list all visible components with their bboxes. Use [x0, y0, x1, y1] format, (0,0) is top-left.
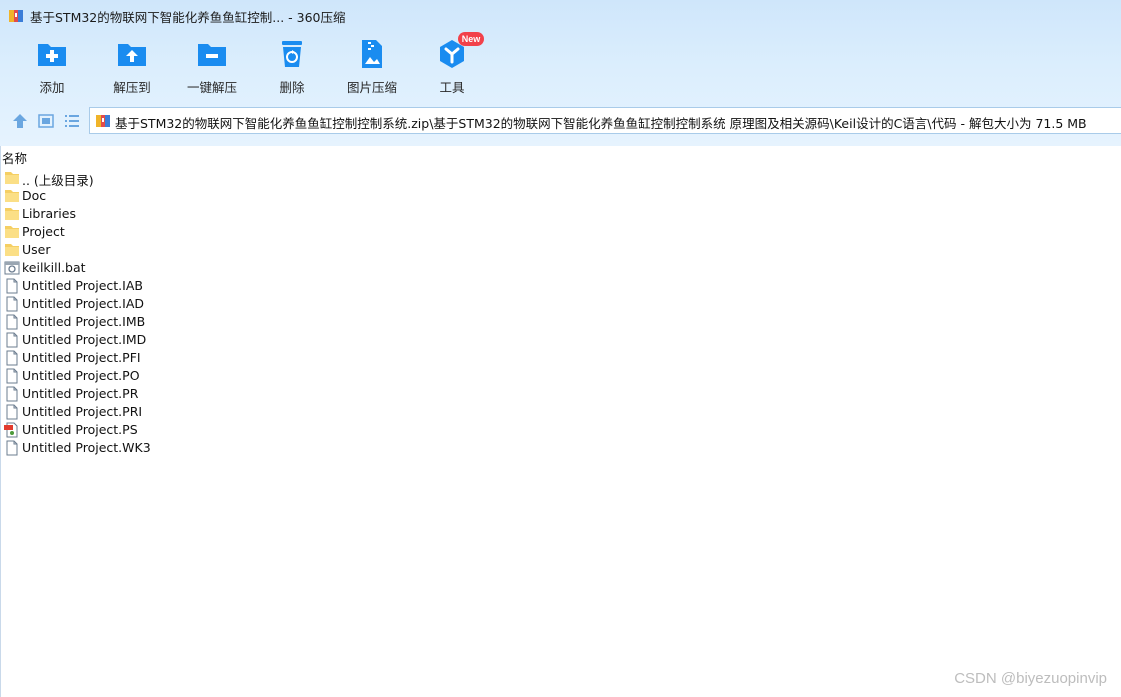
one-click-extract-button[interactable]: 一键解压 [172, 36, 252, 98]
tools-button[interactable]: New 工具 [412, 32, 492, 98]
item-name: Untitled Project.PS [22, 422, 138, 437]
tools-label: 工具 [439, 80, 465, 95]
archive-window: 基于STM32的物联网下智能化养鱼鱼缸控制... - 360压缩 添加 解压到 [0, 0, 1121, 697]
folder-row[interactable]: Doc [4, 187, 404, 205]
file-list: 名称 .. (上级目录) Doc Libraries Project User keilk… [0, 146, 1121, 697]
arrow-up-icon[interactable] [11, 112, 29, 130]
item-name: Untitled Project.PR [22, 386, 139, 401]
thumbnail-view-icon[interactable] [37, 112, 55, 130]
folder-row[interactable]: User [4, 241, 404, 259]
recycle-bin-icon [282, 41, 302, 67]
item-name: Untitled Project.WK3 [22, 440, 151, 455]
file-icon [6, 332, 18, 348]
file-icon [6, 404, 18, 420]
file-row[interactable]: Untitled Project.PO [4, 367, 404, 385]
file-row[interactable]: keilkill.bat [4, 259, 404, 277]
folder-icon [5, 190, 19, 202]
item-name: User [22, 242, 51, 257]
folder-icon [5, 226, 19, 238]
folder-icon [5, 244, 19, 256]
item-name: Untitled Project.PRI [22, 404, 143, 419]
add-label: 添加 [39, 80, 65, 95]
add-folder-icon [38, 44, 66, 66]
item-name: keilkill.bat [22, 260, 86, 275]
item-name: Project [22, 224, 65, 239]
file-icon [6, 296, 18, 312]
delete-label: 删除 [279, 80, 305, 95]
extract-to-icon [118, 44, 146, 66]
batch-file-icon [4, 261, 20, 275]
new-badge: New [458, 32, 484, 46]
folder-row[interactable]: Project [4, 223, 404, 241]
item-name: Untitled Project.IAD [22, 296, 145, 311]
file-icon [6, 386, 18, 402]
file-icon [6, 278, 18, 294]
folder-row[interactable]: Libraries [4, 205, 404, 223]
file-icon [6, 314, 18, 330]
image-compress-icon [362, 40, 382, 68]
address-bar[interactable]: 基于STM32的物联网下智能化养鱼鱼缸控制控制系统.zip\基于STM32的物联… [89, 107, 1121, 134]
file-row[interactable]: Untitled Project.IAD [4, 295, 404, 313]
file-row[interactable]: Untitled Project.IAB [4, 277, 404, 295]
file-row[interactable]: Untitled Project.PR [4, 385, 404, 403]
item-name: Libraries [22, 206, 76, 221]
watermark: CSDN @biyezuopinvip [954, 670, 1107, 687]
toolbar: 添加 解压到 一键解压 删除 图片压缩 New 工具 [0, 32, 1121, 98]
item-name: Untitled Project.PFI [22, 350, 141, 365]
file-row[interactable]: Untitled Project.PFI [4, 349, 404, 367]
file-row[interactable]: Untitled Project.IMD [4, 331, 404, 349]
window-header: 基于STM32的物联网下智能化养鱼鱼缸控制... - 360压缩 添加 解压到 [0, 0, 1121, 146]
one-click-extract-icon [198, 44, 226, 66]
file-row[interactable]: Untitled Project.WK3 [4, 439, 404, 457]
add-button[interactable]: 添加 [12, 36, 92, 98]
file-icon [6, 350, 18, 366]
item-name: Untitled Project.IMD [22, 332, 147, 347]
one-click-extract-label: 一键解压 [186, 80, 237, 95]
folder-icon [5, 172, 19, 184]
file-row[interactable]: Untitled Project.PRI [4, 403, 404, 421]
list-view-icon[interactable] [63, 112, 81, 130]
extract-to-button[interactable]: 解压到 [92, 36, 172, 98]
column-header-name[interactable]: 名称 [2, 148, 27, 167]
item-name: Doc [22, 188, 47, 203]
image-compress-label: 图片压缩 [346, 80, 397, 95]
item-name: Untitled Project.PO [22, 368, 140, 383]
zip-archive-icon [96, 115, 110, 127]
folder-icon [5, 208, 19, 220]
postscript-file-icon [4, 422, 18, 438]
zip-archive-icon [9, 10, 23, 22]
item-name: Untitled Project.IAB [22, 278, 143, 293]
extract-to-label: 解压到 [113, 80, 151, 95]
delete-button[interactable]: 删除 [252, 36, 332, 98]
file-icon [6, 440, 18, 456]
title-bar: 基于STM32的物联网下智能化养鱼鱼缸控制... - 360压缩 [0, 0, 1121, 32]
image-compress-button[interactable]: 图片压缩 [332, 36, 412, 98]
file-icon [6, 368, 18, 384]
file-row[interactable]: Untitled Project.PS [4, 421, 404, 439]
item-name: Untitled Project.IMB [22, 314, 146, 329]
address-path: 基于STM32的物联网下智能化养鱼鱼缸控制控制系统.zip\基于STM32的物联… [115, 116, 1087, 131]
folder-row[interactable]: .. (上级目录) [4, 169, 404, 188]
file-row[interactable]: Untitled Project.IMB [4, 313, 404, 331]
window-title: 基于STM32的物联网下智能化养鱼鱼缸控制... - 360压缩 [30, 10, 346, 25]
